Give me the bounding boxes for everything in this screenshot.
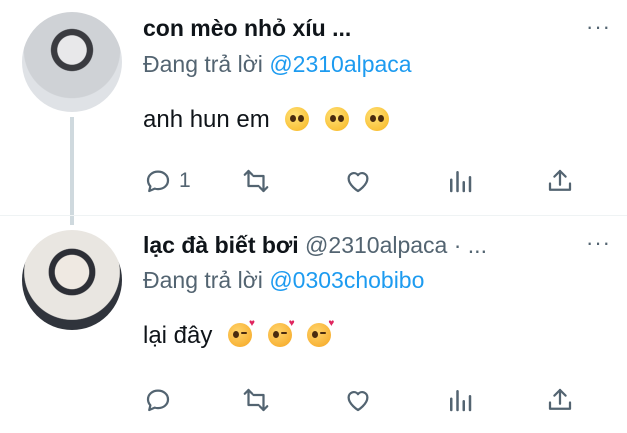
kiss-face-icon: ♥: [307, 319, 334, 347]
tweet-text: lại đây ♥ ♥ ♥: [143, 319, 334, 351]
views-button[interactable]: [445, 163, 475, 199]
tweet-2[interactable]: lạc đà biết bơi @2310alpaca · ... ··· Đa…: [0, 216, 627, 433]
reply-button[interactable]: [143, 382, 179, 418]
retweet-button[interactable]: [241, 382, 277, 418]
kiss-face-icon: ♥: [228, 319, 255, 347]
more-options-icon[interactable]: ···: [586, 230, 611, 256]
tweet-text: anh hun em: [143, 105, 389, 135]
tweet-header: con mèo nhỏ xíu ...: [143, 14, 567, 42]
retweet-icon: [243, 169, 269, 193]
more-options-icon[interactable]: ···: [586, 14, 611, 40]
display-name[interactable]: con mèo nhỏ xíu ...: [143, 15, 351, 41]
replying-to: Đang trả lời @2310alpaca: [143, 50, 412, 78]
heart-icon: [347, 391, 369, 412]
pleading-face-icon: [364, 107, 389, 131]
views-icon: [450, 171, 472, 193]
kiss-face-icon: ♥: [267, 319, 295, 347]
share-button[interactable]: [545, 382, 575, 418]
replying-to-label: Đang trả lời: [143, 51, 270, 77]
tweet-text-content: anh hun em: [143, 106, 270, 133]
views-icon: [450, 390, 472, 412]
mention-link[interactable]: @2310alpaca: [269, 51, 411, 77]
reply-icon: [146, 170, 170, 193]
reply-icon: [146, 389, 170, 412]
display-name[interactable]: lạc đà biết bơi: [143, 232, 299, 258]
avatar[interactable]: [22, 12, 122, 112]
action-bar: 1: [143, 163, 583, 199]
avatar[interactable]: [22, 230, 122, 330]
pleading-face-icon: [325, 107, 350, 131]
tweet-header: lạc đà biết bơi @2310alpaca · ...: [143, 231, 567, 259]
share-button[interactable]: [545, 163, 575, 199]
tweet-text-content: lại đây: [143, 322, 213, 349]
user-handle[interactable]: @2310alpaca · ...: [299, 232, 487, 258]
replying-to-label: Đang trả lời: [143, 267, 270, 293]
heart-icon: [347, 172, 369, 193]
replying-to: Đang trả lời @0303chobibo: [143, 266, 424, 294]
action-bar: [143, 382, 583, 418]
reply-count: 1: [179, 169, 191, 192]
reply-button[interactable]: 1: [143, 163, 191, 199]
like-button[interactable]: [343, 382, 379, 418]
share-icon: [548, 169, 572, 191]
pleading-face-icon: [285, 107, 310, 131]
thread-connector: [70, 117, 74, 225]
retweet-button[interactable]: [241, 163, 277, 199]
share-icon: [548, 388, 572, 410]
retweet-icon: [243, 388, 269, 412]
tweet-1[interactable]: con mèo nhỏ xíu ... ··· Đang trả lời @23…: [0, 0, 627, 225]
like-button[interactable]: [343, 163, 379, 199]
views-button[interactable]: [445, 382, 475, 418]
mention-link[interactable]: @0303chobibo: [269, 267, 424, 293]
